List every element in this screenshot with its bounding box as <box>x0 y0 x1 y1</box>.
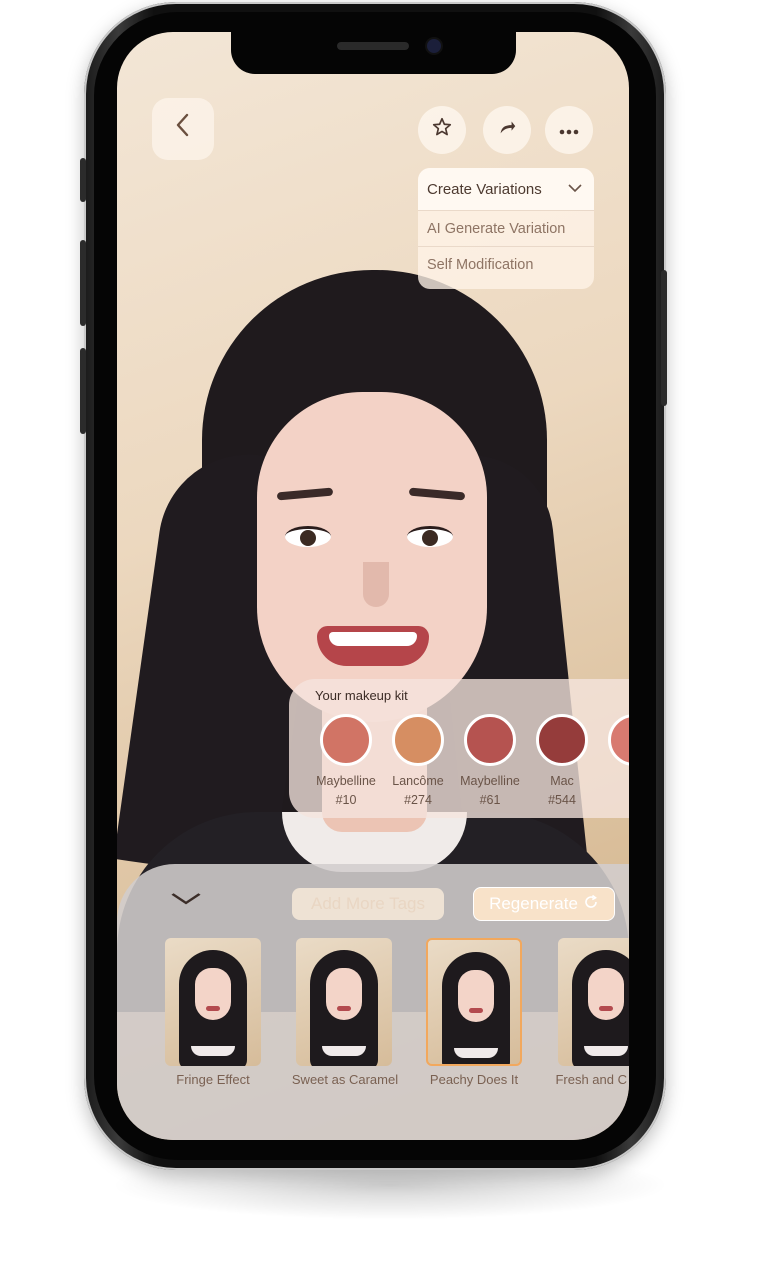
regenerate-button[interactable]: Regenerate <box>473 887 615 921</box>
power-button <box>661 270 667 406</box>
star-icon <box>431 116 453 144</box>
swatch-label: Maybelline #10 <box>306 772 386 810</box>
swatch-lancome-274[interactable] <box>392 714 444 766</box>
menu-item-self-modification[interactable]: Self Modification <box>418 246 594 282</box>
portrait-eye-right <box>407 526 453 547</box>
portrait-teeth <box>329 632 417 646</box>
variation-label: Fresh and C <box>555 1072 627 1087</box>
variation-thumb-sweet-as-caramel[interactable] <box>296 938 392 1066</box>
swatch-label: C <box>594 772 629 791</box>
earpiece-speaker <box>337 42 409 50</box>
more-button[interactable] <box>545 106 593 154</box>
variation-label: Sweet as Caramel <box>291 1072 399 1087</box>
favorite-button[interactable] <box>418 106 466 154</box>
phone-notch <box>231 32 516 74</box>
share-button[interactable] <box>483 106 531 154</box>
refresh-icon <box>583 894 599 914</box>
swatch-shade: #10 <box>335 793 357 807</box>
variation-thumb-peachy-does-it[interactable] <box>426 938 522 1066</box>
collapse-panel-button[interactable] <box>170 886 203 912</box>
mute-switch <box>80 158 86 202</box>
back-button[interactable] <box>152 98 214 160</box>
makeup-kit-card: Your makeup kit Maybelline #10 Lancôme #… <box>289 679 629 818</box>
swatch-brand: Maybelline <box>316 774 376 788</box>
swatch-shade: #274 <box>404 793 432 807</box>
create-variations-label: Create Variations <box>427 180 542 198</box>
swatch-brand: Maybelline <box>460 774 520 788</box>
create-variations-menu: Create Variations AI Generate Variation … <box>418 168 594 289</box>
chevron-down-icon <box>170 886 203 911</box>
portrait-eye-left <box>285 526 331 547</box>
portrait-face <box>257 392 487 722</box>
swatch-brand: C <box>594 772 629 791</box>
variation-thumb-fringe-effect[interactable] <box>165 938 261 1066</box>
swatch-label: Lancôme #274 <box>378 772 458 810</box>
chevron-down-icon <box>567 180 583 196</box>
front-camera <box>427 39 441 53</box>
swatch-brand: Mac <box>550 774 574 788</box>
chevron-left-icon <box>172 112 194 146</box>
swatch-label: Maybelline #61 <box>450 772 530 810</box>
swatch-shade: #544 <box>548 793 576 807</box>
share-icon <box>496 116 518 144</box>
regenerate-label: Regenerate <box>489 894 578 913</box>
makeup-kit-title: Your makeup kit <box>315 688 408 703</box>
swatch-brand: Lancôme <box>392 774 444 788</box>
add-more-tags-button[interactable]: Add More Tags <box>292 888 444 920</box>
menu-item-ai-generate[interactable]: AI Generate Variation <box>418 210 594 246</box>
portrait-nose <box>363 562 389 607</box>
swatch-maybelline-10[interactable] <box>320 714 372 766</box>
more-icon <box>558 119 580 142</box>
volume-down-button <box>80 348 86 434</box>
variation-label: Fringe Effect <box>176 1072 250 1087</box>
variation-thumb-fresh[interactable] <box>558 938 629 1066</box>
volume-up-button <box>80 240 86 326</box>
swatch-shade: #61 <box>479 793 501 807</box>
app-screen: Create Variations AI Generate Variation … <box>117 32 629 1140</box>
variation-label: Peachy Does It <box>429 1072 519 1087</box>
swatch-partial[interactable] <box>608 714 629 766</box>
swatch-label: Mac #544 <box>522 772 602 810</box>
swatch-maybelline-61[interactable] <box>464 714 516 766</box>
create-variations-dropdown[interactable]: Create Variations <box>418 168 594 210</box>
swatch-mac-544[interactable] <box>536 714 588 766</box>
variations-panel: Add More Tags Regenerate Fringe Effect S… <box>117 864 629 1140</box>
